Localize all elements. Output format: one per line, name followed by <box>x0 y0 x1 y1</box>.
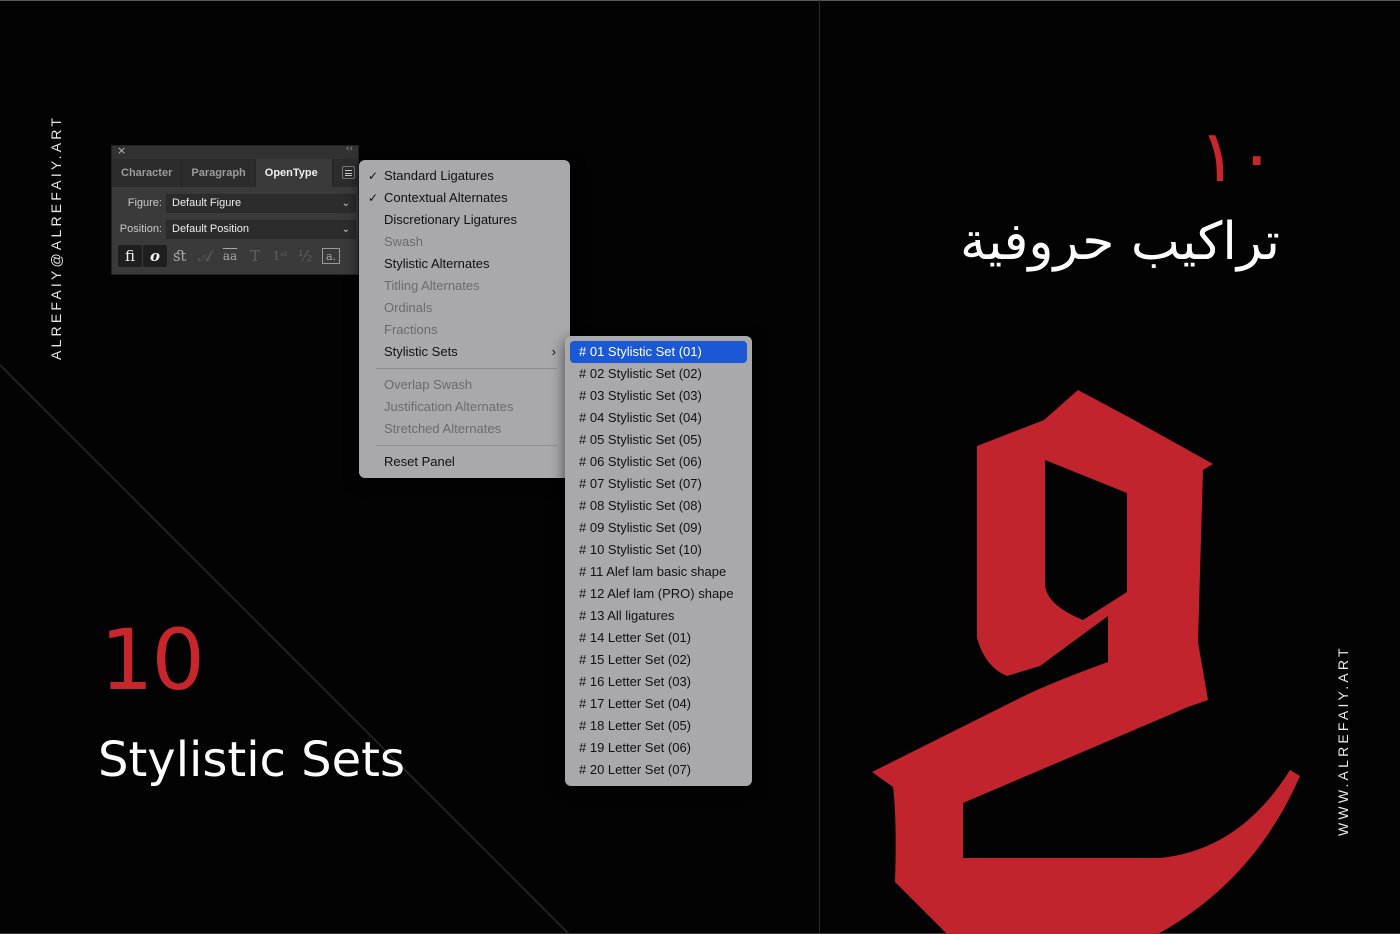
swash-icon[interactable]: 𝒜 <box>193 245 217 267</box>
menu-item-stylistic-alternates[interactable]: Stylistic Alternates <box>384 253 490 275</box>
menu-separator <box>376 368 557 369</box>
submenu-item-stylistic-set-05[interactable]: # 05 Stylistic Set (05) <box>570 429 747 451</box>
figure-row: Figure: Default Figure ⌄ <box>112 190 358 216</box>
submenu-item-stylistic-set-02[interactable]: # 02 Stylistic Set (02) <box>570 363 747 385</box>
close-icon[interactable]: × <box>117 144 126 157</box>
collapse-icon[interactable]: ‹‹ <box>346 144 353 154</box>
submenu-item-letter-set-03[interactable]: # 16 Letter Set (03) <box>570 671 747 693</box>
chevron-down-icon: ⌄ <box>341 197 350 209</box>
opentype-panel: × ‹‹ Character Paragraph OpenType Figure… <box>111 144 359 275</box>
position-select[interactable]: Default Position ⌄ <box>166 219 356 239</box>
check-icon: ✓ <box>368 191 379 205</box>
website-vertical-text: WWW.ALREFAIY.ART <box>1335 645 1351 836</box>
submenu-item-all-ligatures[interactable]: # 13 All ligatures <box>570 605 747 627</box>
stylistic-sets-count: 10 <box>100 611 205 709</box>
submenu-item-stylistic-set-10[interactable]: # 10 Stylistic Set (10) <box>570 539 747 561</box>
menu-item-fractions: Fractions <box>384 322 438 337</box>
standard-ligatures-icon[interactable]: ﬁ <box>118 245 142 267</box>
panel-menu-button[interactable] <box>342 166 355 179</box>
menu-item-stretched-alternates: Stretched Alternates <box>384 421 502 436</box>
menu-item-titling-alternates: Titling Alternates <box>384 278 480 293</box>
chevron-right-icon: › <box>551 344 556 359</box>
opentype-menu: ✓ Standard Ligatures ✓ Contextual Altern… <box>359 160 570 478</box>
titling-alternates-icon[interactable]: T <box>243 245 267 267</box>
submenu-item-alef-lam-basic[interactable]: # 11 Alef lam basic shape <box>570 561 747 583</box>
menu-item-standard-ligatures[interactable]: Standard Ligatures <box>384 165 494 187</box>
position-row: Position: Default Position ⌄ <box>112 216 358 242</box>
menu-item-ordinals: Ordinals <box>384 300 433 315</box>
contextual-alternates-icon[interactable]: 𝒐 <box>143 245 167 267</box>
submenu-item-stylistic-set-09[interactable]: # 09 Stylistic Set (09) <box>570 517 747 539</box>
arabic-number: ١٠ <box>1198 114 1276 198</box>
check-icon: ✓ <box>368 169 379 183</box>
submenu-item-stylistic-set-03[interactable]: # 03 Stylistic Set (03) <box>570 385 747 407</box>
submenu-item-letter-set-01[interactable]: # 14 Letter Set (01) <box>570 627 747 649</box>
submenu-item-letter-set-07[interactable]: # 20 Letter Set (07) <box>570 759 747 781</box>
menu-item-overlap-swash: Overlap Swash <box>384 377 473 392</box>
chevron-down-icon: ⌄ <box>341 223 350 235</box>
arabic-title: تراكيب حروفية <box>959 212 1280 272</box>
stylistic-sets-submenu: # 01 Stylistic Set (01) # 02 Stylistic S… <box>565 336 752 786</box>
submenu-item-stylistic-set-06[interactable]: # 06 Stylistic Set (06) <box>570 451 747 473</box>
figure-value: Default Figure <box>172 196 242 209</box>
email-vertical-text: ALREFAIY@ALREFAIY.ART <box>48 114 64 360</box>
submenu-item-stylistic-set-04[interactable]: # 04 Stylistic Set (04) <box>570 407 747 429</box>
tab-character[interactable]: Character <box>112 159 183 187</box>
stylistic-sets-title: Stylistic Sets <box>98 732 406 788</box>
panel-titlebar: × ‹‹ <box>112 144 358 159</box>
blackletter-g-glyph-icon <box>872 390 1300 934</box>
menu-item-reset-panel[interactable]: Reset Panel <box>384 451 455 473</box>
opentype-feature-icons: ﬁ 𝒐 ﬆ 𝒜 aa T 1ˢᵗ ½ a. <box>112 242 358 270</box>
menu-item-justification-alternates: Justification Alternates <box>384 399 514 414</box>
stylistic-sets-icon[interactable]: a. <box>322 248 340 264</box>
menu-separator <box>376 445 557 446</box>
figure-label: Figure: <box>127 197 162 209</box>
submenu-item-stylistic-set-07[interactable]: # 07 Stylistic Set (07) <box>570 473 747 495</box>
menu-item-stylistic-sets[interactable]: Stylistic Sets <box>384 341 458 363</box>
position-value: Default Position <box>172 222 250 235</box>
submenu-item-letter-set-06[interactable]: # 19 Letter Set (06) <box>570 737 747 759</box>
menu-item-discretionary-ligatures[interactable]: Discretionary Ligatures <box>384 209 517 231</box>
figure-select[interactable]: Default Figure ⌄ <box>166 193 356 213</box>
submenu-item-letter-set-05[interactable]: # 18 Letter Set (05) <box>570 715 747 737</box>
submenu-item-letter-set-04[interactable]: # 17 Letter Set (04) <box>570 693 747 715</box>
tab-opentype[interactable]: OpenType <box>255 159 333 187</box>
panel-tabs: Character Paragraph OpenType <box>112 159 358 187</box>
menu-item-swash: Swash <box>384 234 424 249</box>
menu-item-contextual-alternates[interactable]: Contextual Alternates <box>384 187 508 209</box>
submenu-item-alef-lam-pro[interactable]: # 12 Alef lam (PRO) shape <box>570 583 747 605</box>
tab-paragraph[interactable]: Paragraph <box>182 159 256 187</box>
fractions-icon[interactable]: ½ <box>293 245 317 267</box>
submenu-item-letter-set-02[interactable]: # 15 Letter Set (02) <box>570 649 747 671</box>
submenu-item-stylistic-set-08[interactable]: # 08 Stylistic Set (08) <box>570 495 747 517</box>
submenu-item-stylistic-set-01[interactable]: # 01 Stylistic Set (01) <box>570 341 747 363</box>
discretionary-ligatures-icon[interactable]: ﬆ <box>168 245 192 267</box>
ordinals-icon[interactable]: 1ˢᵗ <box>268 245 292 267</box>
position-label: Position: <box>119 223 162 235</box>
stylistic-alternates-icon[interactable]: aa <box>218 245 242 267</box>
